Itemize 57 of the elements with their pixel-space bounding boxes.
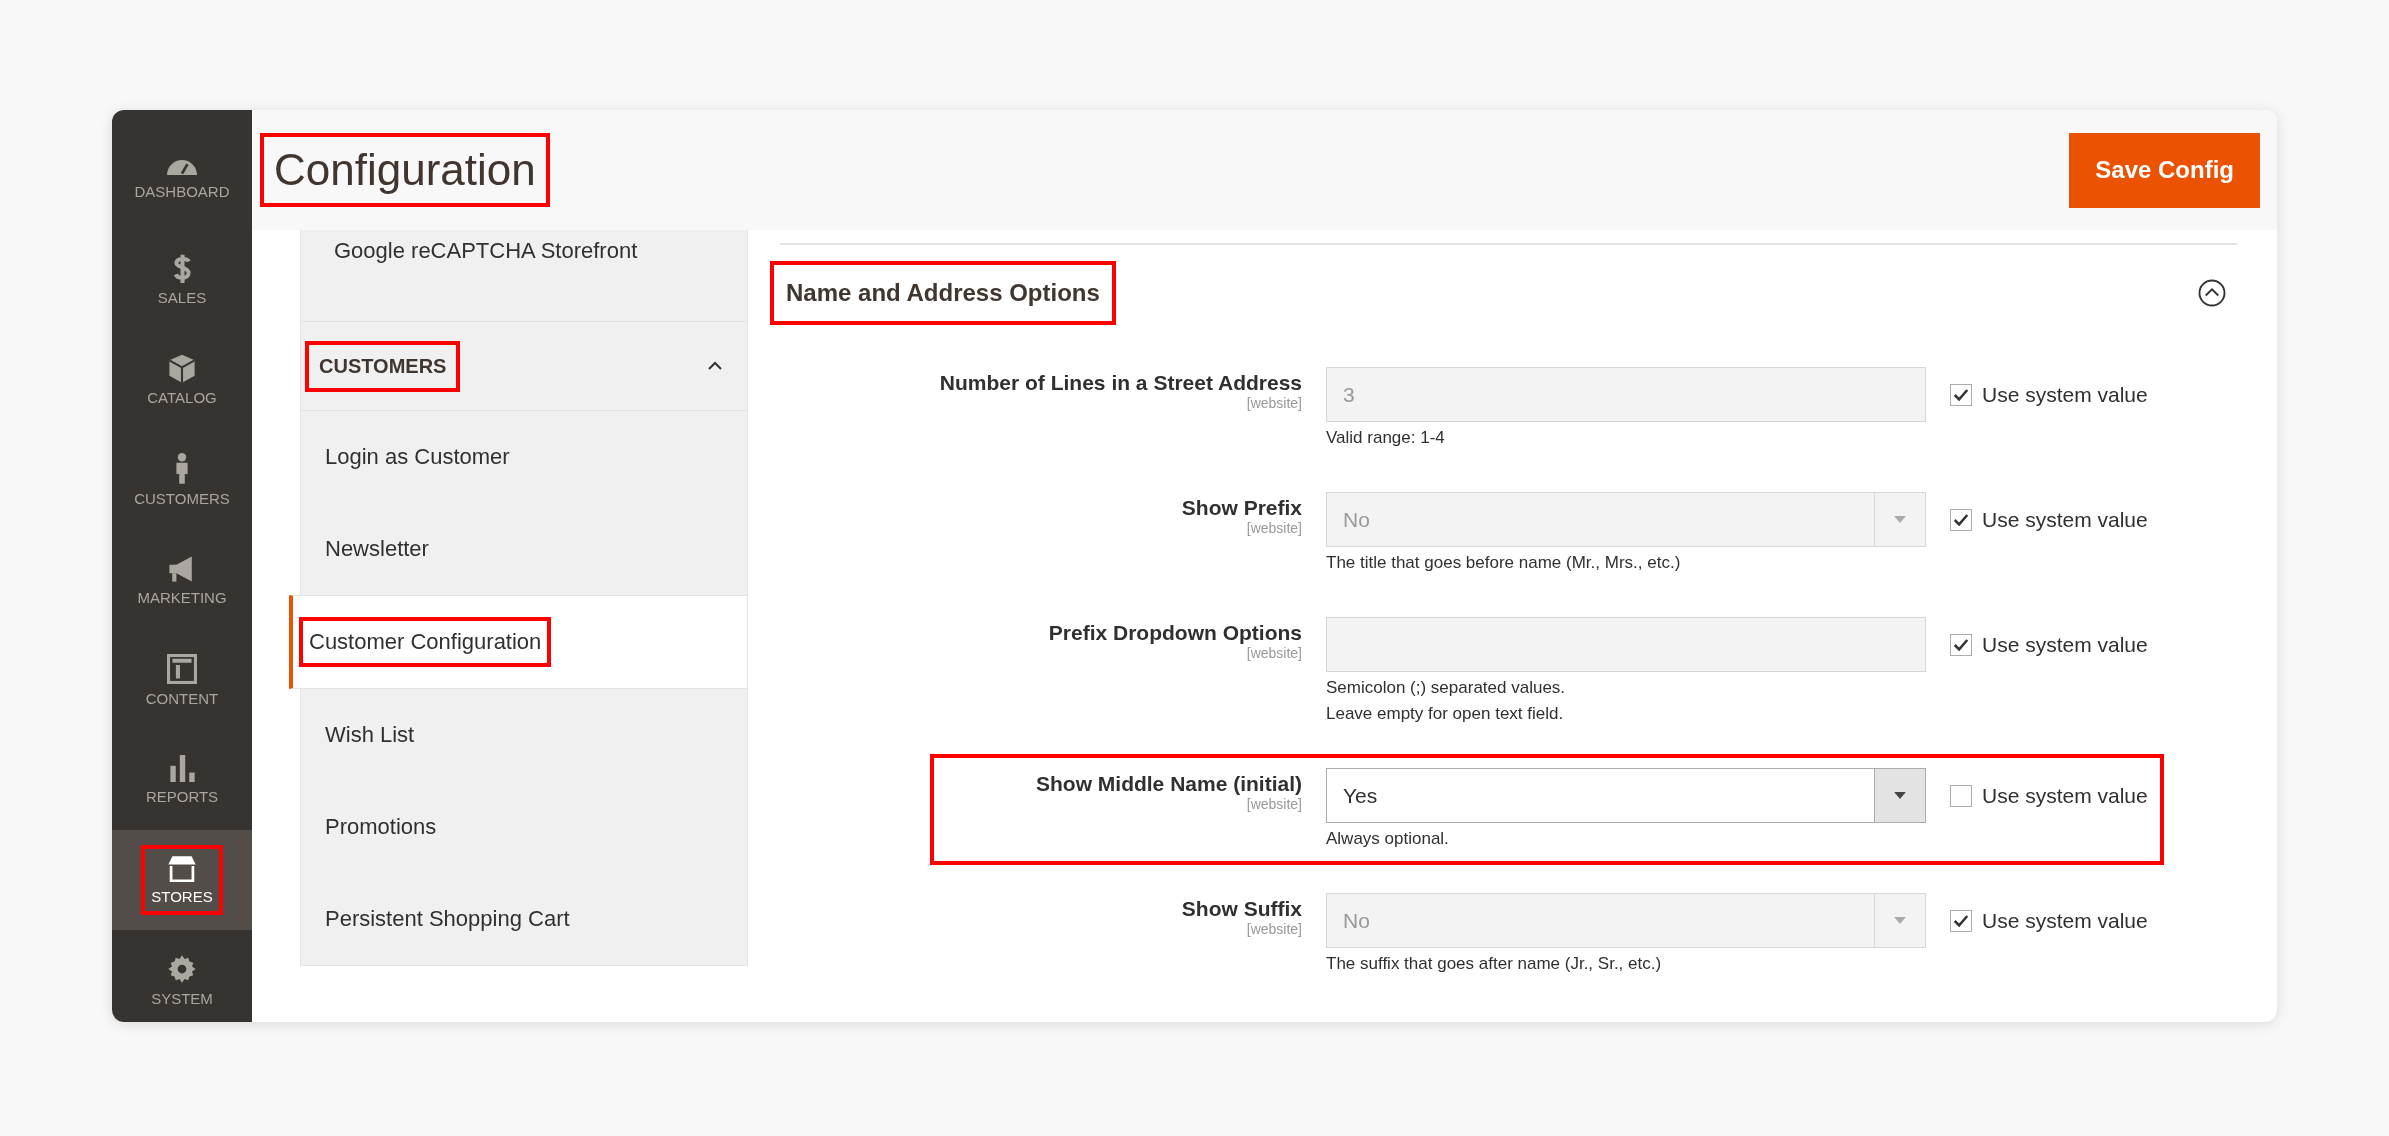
scope-label: [website] — [1246, 796, 1302, 812]
checkbox-label: Use system value — [1982, 507, 2148, 532]
sidebar-item[interactable]: CATALOG — [112, 330, 252, 430]
field-label: Number of Lines in a Street Address — [939, 371, 1302, 395]
sidebar-item[interactable]: CUSTOMERS — [112, 430, 252, 530]
gauge-icon — [167, 160, 197, 177]
field-note: Semicolon (;) separated values. — [1326, 678, 1567, 698]
page-title: Configuration — [260, 133, 550, 207]
config-nav-item[interactable]: Newsletter — [300, 503, 748, 595]
config-nav-item[interactable]: Google reCAPTCHA Storefront — [300, 230, 748, 322]
person-icon — [175, 453, 189, 484]
field-note: The title that goes before name (Mr., Mrs., etc.) — [1326, 553, 1682, 573]
save-config-button[interactable]: Save Config — [2069, 132, 2260, 208]
scope-label: [website] — [1246, 395, 1302, 411]
section-title: Name and Address Options — [770, 261, 1116, 325]
config-nav-item[interactable]: Login as Customer — [300, 411, 748, 503]
field-note: Leave empty for open text field. — [1326, 704, 1565, 724]
config-nav-item[interactable]: Promotions — [300, 781, 748, 873]
caret-icon — [1894, 516, 1906, 523]
field-note: The suffix that goes after name (Jr., Sr., etc.) — [1326, 954, 1663, 974]
caret-icon — [1894, 792, 1906, 799]
field-label: Prefix Dropdown Options — [1048, 621, 1302, 645]
settings-icon — [167, 953, 197, 984]
sidebar-item[interactable]: DASHBOARD — [112, 130, 252, 230]
field-note: Valid range: 1-4 — [1326, 428, 1446, 448]
checkbox-label: Use system value — [1982, 382, 2148, 407]
sidebar-item[interactable]: STORES — [112, 830, 252, 930]
config-nav-item[interactable]: Customer Configuration — [289, 595, 748, 689]
sidebar-item[interactable]: REPORTS — [112, 730, 252, 830]
scope-label: [website] — [1246, 520, 1302, 536]
select-field[interactable]: Yes — [1326, 768, 1926, 823]
field-label: Show Middle Name (initial) — [1035, 772, 1302, 796]
checkbox-label: Use system value — [1982, 783, 2148, 808]
config-nav-item[interactable]: Wish List — [300, 689, 748, 781]
chevron-icon — [707, 361, 723, 371]
checkbox-label: Use system value — [1982, 908, 2148, 933]
checkbox[interactable] — [1950, 784, 1972, 807]
checkbox-label: Use system value — [1982, 632, 2148, 657]
field-label: Show Suffix — [1181, 897, 1302, 921]
scope-label: [website] — [1246, 645, 1302, 661]
collapse-icon[interactable] — [2197, 278, 2227, 308]
scope-label: [website] — [1246, 921, 1302, 937]
field-note: Always optional. — [1326, 829, 1450, 849]
config-group-header[interactable]: CUSTOMERS — [300, 322, 748, 411]
dollar-icon — [172, 253, 192, 284]
sidebar-item[interactable]: CONTENT — [112, 630, 252, 730]
sidebar-item[interactable]: SALES — [112, 230, 252, 330]
storefront-icon — [167, 854, 197, 883]
group-label: CUSTOMERS — [305, 340, 461, 392]
config-nav-item[interactable]: Persistent Shopping Cart — [300, 873, 748, 965]
caret-icon — [1894, 917, 1906, 924]
layout-icon — [167, 653, 197, 684]
bar-chart-icon — [168, 755, 196, 782]
sidebar-item[interactable]: MARKETING — [112, 530, 252, 630]
box-icon — [168, 353, 196, 384]
sidebar-item[interactable]: SYSTEM — [112, 930, 252, 1022]
field-label: Show Prefix — [1181, 496, 1302, 520]
